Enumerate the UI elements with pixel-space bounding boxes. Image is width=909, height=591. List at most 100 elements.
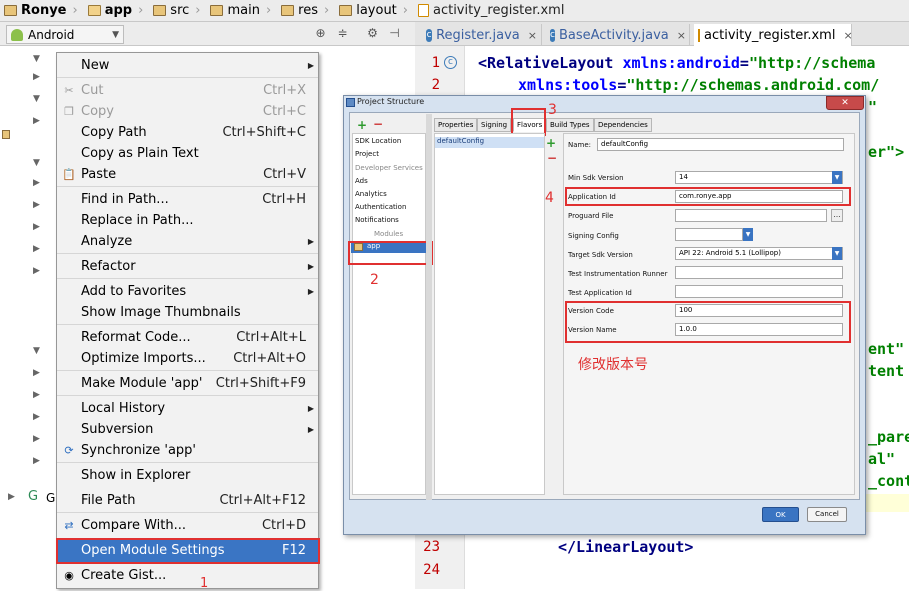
target-sdk-select[interactable]: API 22: Android 5.1 (Lollipop) — [675, 247, 843, 260]
menu-item[interactable]: Local History ▶ — [57, 398, 318, 419]
tab-build-types[interactable]: Build Types — [546, 118, 594, 132]
expand-arrow-icon[interactable]: ▼ — [33, 94, 40, 104]
min-sdk-select[interactable]: 14 — [675, 171, 843, 184]
breadcrumb-item-src[interactable]: src › — [149, 0, 206, 22]
collapse-arrow-icon[interactable]: ▼ — [33, 346, 40, 356]
menu-item[interactable]: ⇄ Compare With... Ctrl+D — [57, 515, 318, 536]
code-line-1[interactable]: <RelativeLayout xmlns:android="http://sc… — [478, 54, 875, 72]
chevron-down-icon[interactable]: ▼ — [832, 171, 842, 184]
menu-separator — [57, 324, 318, 325]
breadcrumb-item-file[interactable]: activity_register.xml — [414, 0, 570, 22]
menu-item[interactable]: Show Image Thumbnails — [57, 302, 318, 323]
name-label: Name: — [568, 141, 592, 149]
test-application-id-field[interactable] — [675, 285, 843, 298]
expand-arrow-icon[interactable]: ▶ — [33, 200, 40, 210]
menu-item[interactable]: Make Module 'app' Ctrl+Shift+F9 — [57, 373, 318, 394]
menu-item[interactable]: Replace in Path... — [57, 210, 318, 231]
tab-signing[interactable]: Signing — [477, 118, 512, 132]
expand-arrow-icon[interactable]: ▼ — [33, 158, 40, 168]
class-marker-icon[interactable]: c — [444, 56, 457, 69]
sidebar-item-ads[interactable]: Ads — [355, 177, 368, 185]
test-runner-field[interactable] — [675, 266, 843, 279]
expand-arrow-icon[interactable]: ▶ — [33, 116, 40, 126]
expand-arrow-icon[interactable]: ▶ — [8, 492, 15, 502]
tab-properties[interactable]: Properties — [434, 118, 478, 132]
menu-item[interactable]: ❐ Copy Ctrl+C — [57, 101, 318, 122]
sidebar-item-project[interactable]: Project — [355, 150, 379, 158]
menu-item[interactable]: Reformat Code... Ctrl+Alt+L — [57, 327, 318, 348]
cancel-button[interactable]: Cancel — [807, 507, 847, 522]
menu-item[interactable]: Open Module Settings F12 — [57, 540, 318, 561]
menu-item[interactable]: Optimize Imports... Ctrl+Alt+O — [57, 348, 318, 369]
collapse-all-icon[interactable]: ≑ — [336, 27, 349, 40]
ok-button[interactable]: OK — [762, 507, 799, 522]
breadcrumb-item-main[interactable]: main › — [206, 0, 277, 22]
remove-icon[interactable]: − — [373, 117, 383, 131]
menu-item[interactable]: Copy Path Ctrl+Shift+C — [57, 122, 318, 143]
menu-item[interactable]: Refactor ▶ — [57, 256, 318, 277]
flavor-item-defaultconfig[interactable]: defaultConfig — [435, 137, 544, 148]
expand-arrow-icon[interactable]: ▶ — [33, 412, 40, 422]
remove-flavor-icon[interactable]: − — [547, 151, 557, 165]
tab-dependencies[interactable]: Dependencies — [594, 118, 652, 132]
breadcrumb-item-layout[interactable]: layout › — [335, 0, 414, 22]
hide-icon[interactable]: ⊣ — [388, 27, 401, 40]
tree-item-gradle[interactable]: G — [46, 491, 55, 505]
sidebar-item-authentication[interactable]: Authentication — [355, 203, 406, 211]
tab-activity-register-xml[interactable]: activity_register.xml × — [694, 24, 853, 46]
menu-item[interactable]: Analyze ▶ — [57, 231, 318, 252]
expand-arrow-icon[interactable]: ▶ — [33, 222, 40, 232]
code-line-23[interactable]: </LinearLayout> — [558, 538, 693, 556]
collapse-arrow-icon[interactable]: ▼ — [33, 54, 40, 64]
expand-arrow-icon[interactable]: ▶ — [33, 456, 40, 466]
menu-item[interactable]: Copy as Plain Text — [57, 143, 318, 164]
close-icon[interactable]: × — [677, 29, 686, 42]
sidebar-item-sdk-location[interactable]: SDK Location — [355, 137, 401, 145]
menu-item[interactable]: 📋 Paste Ctrl+V — [57, 164, 318, 185]
chevron-down-icon[interactable]: ▼ — [832, 247, 842, 260]
close-icon[interactable]: × — [843, 29, 852, 42]
annotation-number-3: 3 — [548, 102, 557, 118]
browse-button[interactable]: … — [831, 209, 843, 222]
expand-arrow-icon[interactable]: ▶ — [33, 266, 40, 276]
project-view-selector[interactable]: Android ▼ — [6, 25, 124, 44]
sidebar-item-analytics[interactable]: Analytics — [355, 190, 387, 198]
breadcrumb-item-res[interactable]: res › — [277, 0, 335, 22]
signing-config-select[interactable] — [675, 228, 743, 241]
line-number: 23 — [423, 539, 440, 555]
expand-arrow-icon[interactable]: ▶ — [33, 368, 40, 378]
menu-item[interactable]: Subversion ▶ — [57, 419, 318, 440]
name-field[interactable]: defaultConfig — [597, 138, 844, 151]
expand-arrow-icon[interactable]: ▶ — [33, 434, 40, 444]
menu-item[interactable]: ◉ Create Gist... — [57, 565, 318, 586]
expand-arrow-icon[interactable]: ▶ — [33, 178, 40, 188]
sidebar-item-notifications[interactable]: Notifications — [355, 216, 399, 224]
menu-item[interactable]: New ▶ — [57, 55, 318, 76]
breadcrumb-item-project[interactable]: Ronye › — [0, 0, 84, 22]
min-sdk-label: Min Sdk Version — [568, 174, 624, 182]
chevron-down-icon[interactable]: ▼ — [743, 228, 753, 241]
close-icon[interactable]: × — [528, 29, 537, 42]
sync-target-icon[interactable]: ⊕ — [314, 27, 327, 40]
breadcrumb-item-module[interactable]: app › — [84, 0, 150, 22]
menu-item[interactable]: Show in Explorer — [57, 465, 318, 486]
code-line-2[interactable]: xmlns:tools="http://schemas.android.com/ — [518, 76, 879, 94]
add-icon[interactable]: + — [357, 118, 367, 132]
close-button[interactable]: ✕ — [826, 96, 864, 110]
add-flavor-icon[interactable]: + — [546, 136, 556, 150]
menu-item[interactable]: ⟳ Synchronize 'app' — [57, 440, 318, 461]
gear-icon[interactable]: ⚙ — [366, 27, 379, 40]
menu-separator — [57, 395, 318, 396]
tab-baseactivity-java[interactable]: c BaseActivity.java × — [546, 24, 690, 46]
expand-arrow-icon[interactable]: ▶ — [33, 244, 40, 254]
menu-item[interactable]: Find in Path... Ctrl+H — [57, 189, 318, 210]
menu-item-label: Refactor — [81, 259, 136, 274]
expand-arrow-icon[interactable]: ▶ — [33, 72, 40, 82]
tab-register-java[interactable]: c Register.java × — [422, 24, 542, 46]
menu-item[interactable]: File Path Ctrl+Alt+F12 — [57, 490, 318, 511]
proguard-field[interactable] — [675, 209, 827, 222]
expand-arrow-icon[interactable]: ▶ — [33, 390, 40, 400]
splitter[interactable] — [426, 114, 432, 500]
menu-item[interactable]: Add to Favorites ▶ — [57, 281, 318, 302]
menu-item[interactable]: ✂ Cut Ctrl+X — [57, 80, 318, 101]
